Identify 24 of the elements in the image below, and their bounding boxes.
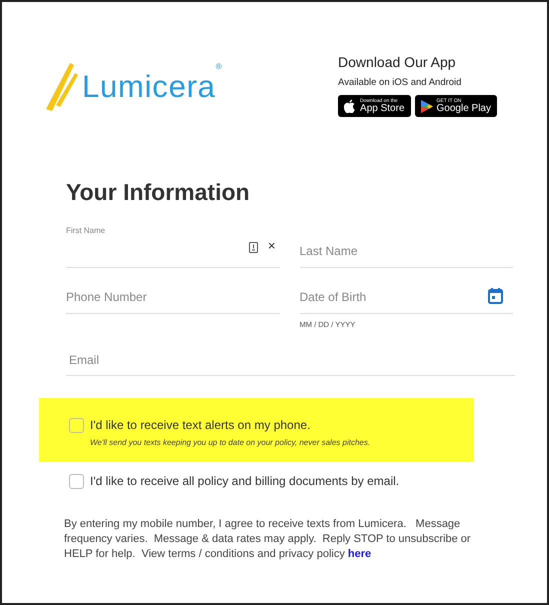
checkbox-label[interactable]: I'd like to receive all policy and billing documents by email. — [90, 474, 400, 489]
checkbox[interactable] — [69, 418, 84, 433]
logo-slash-icon — [44, 60, 78, 113]
option-note: We'll send you texts keeping you up to date on your policy, never sales pitches. — [90, 437, 370, 449]
registered-mark: ® — [216, 62, 222, 72]
section-heading: Your Information — [66, 178, 251, 208]
key-card-icon — [248, 242, 258, 253]
app-promo-subtitle: Available on iOS and Android — [338, 76, 462, 90]
terms-link[interactable]: here — [348, 548, 372, 560]
badge-store-name: App Store — [360, 104, 405, 114]
first-name-field[interactable]: First Name × — [66, 222, 280, 268]
checkbox[interactable] — [69, 474, 84, 489]
field-label: First Name — [66, 224, 106, 237]
clear-icon[interactable]: × — [268, 236, 276, 256]
app-promo-title: Download Our App — [338, 53, 457, 72]
calendar-icon[interactable] — [488, 288, 503, 304]
play-triangle-icon — [420, 100, 433, 113]
badge-store-name: Google Play — [436, 104, 491, 114]
input-field[interactable]: Phone Number — [66, 268, 280, 314]
apple-icon — [344, 99, 356, 114]
checkbox-label[interactable]: I'd like to receive text alerts on my phone. — [90, 418, 310, 433]
input-field[interactable]: Email — [66, 330, 515, 376]
disclaimer-text: By entering my mobile number, I agree to receive texts from Lumicera. Message frequency varies. Message & data rates may apply. Reply STOP to unsubscribe or HELP for help. View terms / conditions and privacy policy here — [64, 517, 472, 562]
input-field[interactable]: Last Name — [300, 222, 513, 268]
